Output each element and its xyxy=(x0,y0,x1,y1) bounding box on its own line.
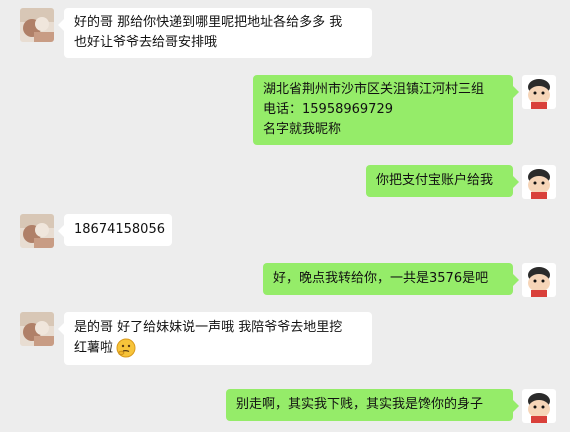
user-avatar[interactable] xyxy=(522,75,556,109)
contact-avatar[interactable] xyxy=(20,8,54,42)
message-text: 好的哥 那给你快递到哪里呢把地址各给多多 我 xyxy=(74,15,343,30)
message-text: 红薯啦 xyxy=(74,340,114,356)
user-avatar[interactable] xyxy=(522,263,556,297)
message-text: 好，晚点我转给你，一共是3576是吧 xyxy=(273,271,489,286)
message-text: 你把支付宝账户给我 xyxy=(376,173,494,188)
message-bubble[interactable]: 湖北省荆州市沙市区关沮镇江河村三组 电话：15958969729 名字就我昵称 xyxy=(253,75,519,145)
message-text: 也好让爷爷去给哥安排哦 xyxy=(74,35,218,50)
message-bubble[interactable]: 是的哥 好了给妹妹说一声哦 我陪爷爷去地里挖 红薯啦 xyxy=(58,312,372,365)
message-bubble[interactable]: 好，晚点我转给你，一共是3576是吧 xyxy=(263,263,519,295)
message-text: 名字就我昵称 xyxy=(263,122,342,137)
message-bubble[interactable]: 别走啊，其实我下贱，其实我是馋你的身子 xyxy=(226,389,519,421)
message-bubble[interactable]: 你把支付宝账户给我 xyxy=(366,165,519,197)
contact-avatar[interactable] xyxy=(20,214,54,248)
message-text: 是的哥 好了给妹妹说一声哦 我陪爷爷去地里挖 xyxy=(74,320,343,335)
message-line: 红薯啦 xyxy=(74,338,362,359)
message-bubble[interactable]: 18674158056 xyxy=(58,214,172,246)
message-text: 别走啊，其实我下贱，其实我是馋你的身子 xyxy=(236,397,484,412)
user-avatar[interactable] xyxy=(522,389,556,423)
message-bubble[interactable]: 好的哥 那给你快递到哪里呢把地址各给多多 我 也好让爷爷去给哥安排哦 xyxy=(58,8,372,58)
contact-avatar[interactable] xyxy=(20,312,54,346)
message-text: 18674158056 xyxy=(74,222,165,237)
message-text: 湖北省荆州市沙市区关沮镇江河村三组 xyxy=(263,82,485,97)
message-text: 电话：15958969729 xyxy=(263,102,393,117)
thinking-face-emoji xyxy=(116,338,136,358)
user-avatar[interactable] xyxy=(522,165,556,199)
